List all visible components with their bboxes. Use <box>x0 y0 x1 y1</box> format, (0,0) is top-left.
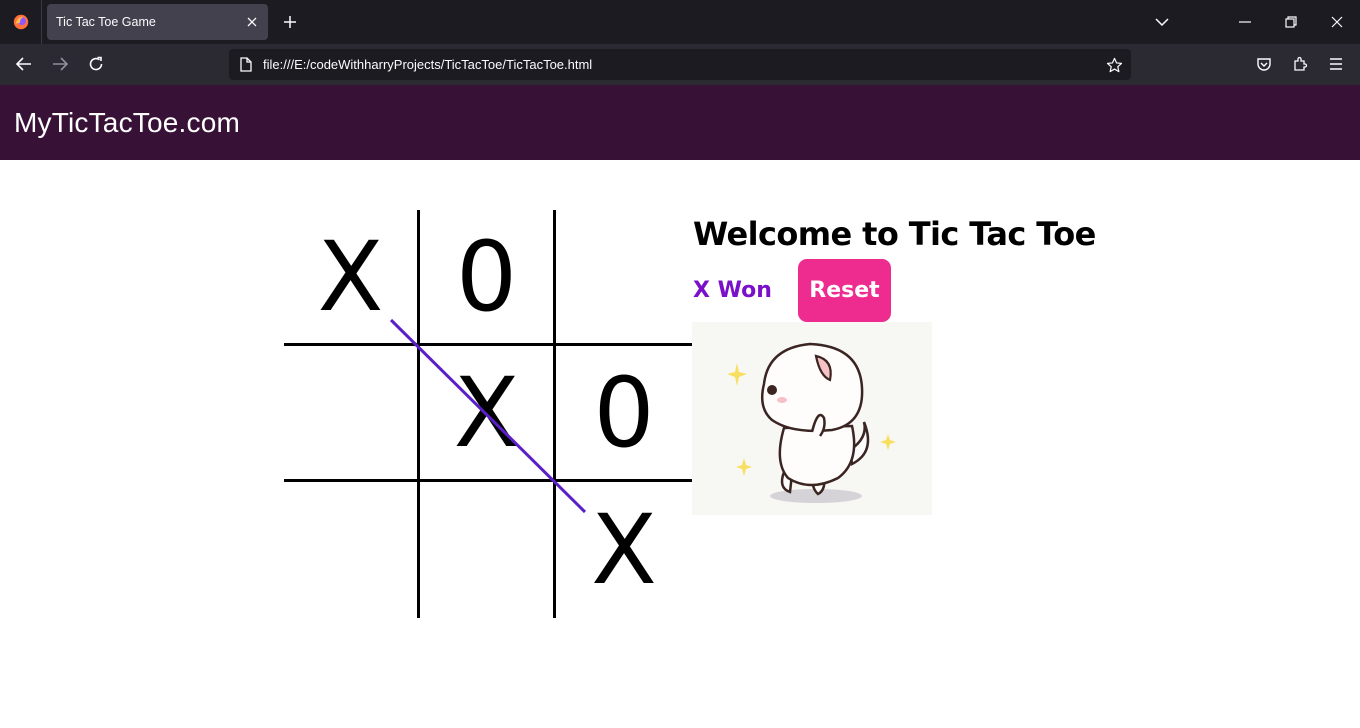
board-cell[interactable] <box>556 210 692 346</box>
list-all-tabs-icon[interactable] <box>1148 8 1176 36</box>
url-text[interactable]: file:///E:/codeWithharryProjects/TicTacT… <box>263 57 592 72</box>
address-bar[interactable]: file:///E:/codeWithharryProjects/TicTacT… <box>229 49 1131 80</box>
board-cell[interactable]: X <box>284 210 420 346</box>
browser-tab-bar: Tic Tac Toe Game <box>0 0 1360 44</box>
close-tab-icon[interactable] <box>240 10 264 34</box>
board-cell[interactable]: 0 <box>556 346 692 482</box>
reset-button[interactable]: Reset <box>798 259 891 322</box>
site-brand[interactable]: MyTicTacToe.com <box>14 107 240 139</box>
game-info: Welcome to Tic Tac Toe X Won Reset <box>692 215 1096 515</box>
close-window-icon[interactable] <box>1323 8 1351 36</box>
celebration-cat-image <box>692 322 932 515</box>
pocket-icon[interactable] <box>1250 50 1278 78</box>
board-cell[interactable] <box>420 482 556 618</box>
firefox-logo-icon[interactable] <box>0 0 42 44</box>
board-cell[interactable] <box>284 346 420 482</box>
game-status-text: X Won <box>693 278 772 303</box>
tab-title: Tic Tac Toe Game <box>56 15 156 29</box>
game-board: X 0 X 0 X <box>284 210 692 618</box>
tab-tic-tac-toe[interactable]: Tic Tac Toe Game <box>47 4 268 40</box>
minimize-icon[interactable] <box>1231 8 1259 36</box>
new-tab-icon[interactable] <box>278 10 302 34</box>
welcome-heading: Welcome to Tic Tac Toe <box>693 215 1096 253</box>
restore-icon[interactable] <box>1277 8 1305 36</box>
forward-icon[interactable] <box>46 50 74 78</box>
reload-icon[interactable] <box>82 50 110 78</box>
board-cell[interactable] <box>284 482 420 618</box>
board-cell[interactable]: 0 <box>420 210 556 346</box>
extensions-icon[interactable] <box>1286 50 1314 78</box>
board-cell[interactable]: X <box>420 346 556 482</box>
bookmark-star-icon[interactable] <box>1103 54 1125 76</box>
site-navbar: MyTicTacToe.com <box>0 85 1360 160</box>
menu-icon[interactable] <box>1322 50 1350 78</box>
file-page-icon <box>237 55 255 73</box>
board-cell[interactable]: X <box>556 482 692 618</box>
status-row: X Won Reset <box>693 259 1093 323</box>
back-icon[interactable] <box>10 50 38 78</box>
